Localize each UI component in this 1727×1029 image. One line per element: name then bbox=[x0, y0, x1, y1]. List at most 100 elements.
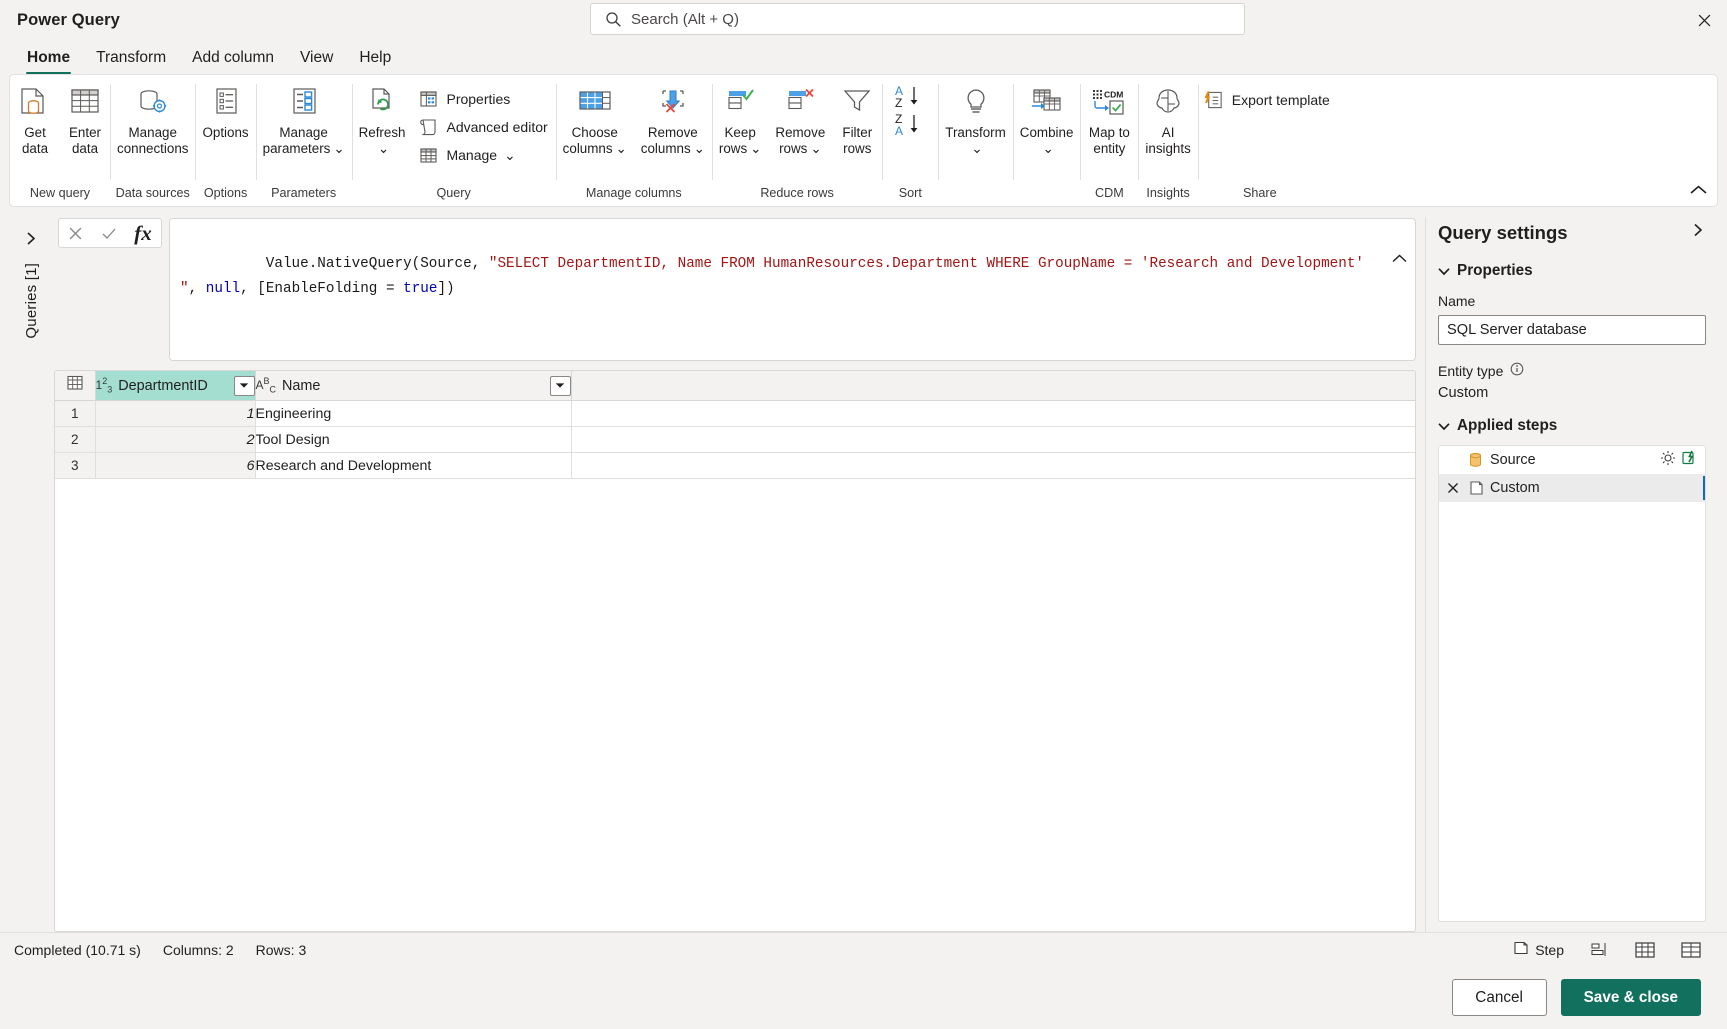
tab-add-column[interactable]: Add column bbox=[179, 49, 287, 74]
dialog-footer: Cancel Save & close bbox=[0, 966, 1727, 1029]
ribbon-group-insights: AI insights Insights bbox=[1138, 75, 1197, 206]
search-input[interactable]: Search (Alt + Q) bbox=[590, 3, 1245, 35]
map-to-entity-button[interactable]: CDM Map to entity bbox=[1080, 83, 1138, 156]
row-number: 2 bbox=[55, 426, 96, 453]
column-filter-button-departmentid[interactable] bbox=[233, 375, 255, 396]
ribbon-group-label-sort: Sort bbox=[898, 186, 922, 200]
remove-rows-button[interactable]: Remove rows ⌄ bbox=[768, 83, 832, 156]
manage-connections-button[interactable]: Manage connections bbox=[110, 83, 195, 156]
queries-expand-button[interactable] bbox=[16, 223, 46, 253]
window-close-button[interactable] bbox=[1681, 0, 1727, 40]
manage-button[interactable]: Manage ⌄ bbox=[412, 142, 555, 168]
grid-header-row: 123 DepartmentID ABC Name bbox=[55, 371, 1415, 401]
tab-home[interactable]: Home bbox=[14, 49, 83, 74]
transform-button[interactable]: Transform ⌄ bbox=[938, 83, 1013, 156]
cell-name[interactable]: Engineering bbox=[255, 400, 572, 427]
get-data-button[interactable]: Get data bbox=[10, 83, 60, 156]
grid-empty-area bbox=[55, 479, 1415, 931]
info-icon[interactable] bbox=[1510, 362, 1524, 379]
formula-segment-5: true bbox=[403, 281, 438, 297]
number-type-icon: 123 bbox=[95, 376, 113, 395]
table-row[interactable]: 2 2 Tool Design bbox=[55, 426, 1415, 453]
cell-departmentid[interactable]: 1 bbox=[95, 400, 256, 427]
step-delete-button[interactable] bbox=[1445, 482, 1461, 494]
chevron-right-icon bbox=[26, 231, 35, 245]
ribbon-group-combine: Combine ⌄ bbox=[1012, 75, 1081, 206]
select-all-corner-button[interactable] bbox=[55, 371, 96, 401]
refresh-button[interactable]: Refresh ⌄ bbox=[352, 83, 413, 156]
filter-rows-button[interactable]: Filter rows bbox=[832, 83, 882, 156]
chevron-down-icon bbox=[1438, 422, 1450, 430]
table-row[interactable]: 3 6 Research and Development bbox=[55, 452, 1415, 479]
choose-columns-button[interactable]: Choose columns ⌄ bbox=[556, 83, 634, 156]
query-name-input[interactable] bbox=[1438, 315, 1706, 345]
manage-parameters-button[interactable]: Manage parameters ⌄ bbox=[256, 83, 352, 156]
applied-steps-list: Source Custom bbox=[1438, 445, 1706, 922]
fx-label: fx bbox=[134, 220, 152, 245]
chevron-down-icon: ⌄ bbox=[693, 140, 705, 156]
options-button[interactable]: Options bbox=[195, 83, 255, 141]
column-filter-button-name[interactable] bbox=[549, 375, 571, 396]
power-query-window: Power Query Search (Alt + Q) Home Transf… bbox=[0, 0, 1727, 1029]
applied-steps-section-header[interactable]: Applied steps bbox=[1438, 417, 1719, 435]
save-and-close-button[interactable]: Save & close bbox=[1560, 979, 1701, 1016]
cell-name[interactable]: Tool Design bbox=[255, 426, 572, 453]
keep-rows-button[interactable]: Keep rows ⌄ bbox=[712, 83, 769, 156]
formula-accept-button[interactable] bbox=[92, 219, 125, 247]
manage-parameters-icon bbox=[287, 85, 321, 121]
table-row[interactable]: 1 1 Engineering bbox=[55, 400, 1415, 427]
export-template-button[interactable]: Export template bbox=[1198, 87, 1338, 113]
properties-button[interactable]: Properties bbox=[412, 86, 555, 112]
status-bar: Completed (10.71 s) Columns: 2 Rows: 3 S… bbox=[0, 932, 1727, 966]
cell-departmentid[interactable]: 2 bbox=[95, 426, 256, 453]
get-data-label: Get data bbox=[21, 125, 49, 156]
applied-step-source[interactable]: Source bbox=[1439, 446, 1705, 474]
formula-segment-2: , bbox=[188, 281, 206, 297]
cell-name[interactable]: Research and Development bbox=[255, 452, 572, 479]
column-profile-button[interactable] bbox=[1585, 938, 1615, 961]
grid-column-header-departmentid[interactable]: 123 DepartmentID bbox=[95, 371, 256, 401]
tab-transform[interactable]: Transform bbox=[83, 49, 179, 74]
step-settings-gear-icon[interactable] bbox=[1660, 450, 1676, 470]
enter-data-button[interactable]: Enter data bbox=[60, 83, 110, 156]
main-body: Queries [1] fx Value.NativeQuery(Source,… bbox=[0, 211, 1727, 932]
ai-insights-button[interactable]: AI insights bbox=[1138, 83, 1197, 156]
query-settings-collapse-button[interactable] bbox=[1687, 219, 1709, 246]
properties-section-header[interactable]: Properties bbox=[1438, 262, 1719, 280]
svg-text:CDM: CDM bbox=[1104, 90, 1123, 100]
applied-steps-section-label: Applied steps bbox=[1457, 417, 1558, 434]
table-view-button[interactable] bbox=[1629, 938, 1661, 962]
grid-column-header-name[interactable]: ABC Name bbox=[255, 371, 572, 401]
ribbon-group-label-new-query: New query bbox=[29, 186, 91, 200]
ribbon-group-label-combine bbox=[1013, 184, 1081, 206]
formula-cancel-button[interactable] bbox=[59, 219, 92, 247]
formula-segment-3: null bbox=[205, 281, 241, 297]
formula-collapse-button[interactable] bbox=[1288, 225, 1408, 300]
remove-columns-button[interactable]: Remove columns ⌄ bbox=[634, 83, 712, 156]
ribbon-group-sort: A Z Z A Sort bbox=[882, 75, 938, 206]
advanced-editor-button[interactable]: Advanced editor bbox=[412, 114, 555, 140]
filter-rows-icon bbox=[840, 85, 874, 121]
ribbon-collapse-button[interactable] bbox=[1685, 178, 1711, 202]
title-bar: Power Query Search (Alt + Q) bbox=[0, 0, 1727, 40]
sort-az-za-icon: A Z Z A bbox=[889, 81, 931, 141]
formula-input[interactable]: Value.NativeQuery(Source, "SELECT Depart… bbox=[169, 218, 1416, 361]
step-query-folding-icon[interactable] bbox=[1681, 450, 1697, 470]
cancel-button[interactable]: Cancel bbox=[1451, 979, 1547, 1016]
close-icon bbox=[1698, 14, 1710, 26]
chevron-down-icon: ⌄ bbox=[971, 140, 983, 156]
step-indicator-button[interactable]: Step bbox=[1507, 937, 1569, 962]
manage-parameters-label: Manage parameters ⌄ bbox=[262, 125, 345, 156]
applied-step-custom[interactable]: Custom bbox=[1439, 474, 1705, 502]
table-icon bbox=[67, 375, 83, 390]
chevron-down-icon: ⌄ bbox=[333, 140, 345, 156]
schema-view-button[interactable] bbox=[1675, 938, 1707, 962]
cell-departmentid[interactable]: 6 bbox=[95, 452, 256, 479]
sort-buttons[interactable]: A Z Z A bbox=[882, 81, 938, 141]
table-view-icon bbox=[1635, 941, 1655, 958]
chevron-down-icon: ⌄ bbox=[615, 140, 627, 156]
tab-help[interactable]: Help bbox=[346, 49, 404, 74]
tab-view[interactable]: View bbox=[287, 49, 346, 74]
ribbon-group-label-insights: Insights bbox=[1146, 186, 1190, 200]
combine-button[interactable]: Combine ⌄ bbox=[1013, 83, 1081, 156]
